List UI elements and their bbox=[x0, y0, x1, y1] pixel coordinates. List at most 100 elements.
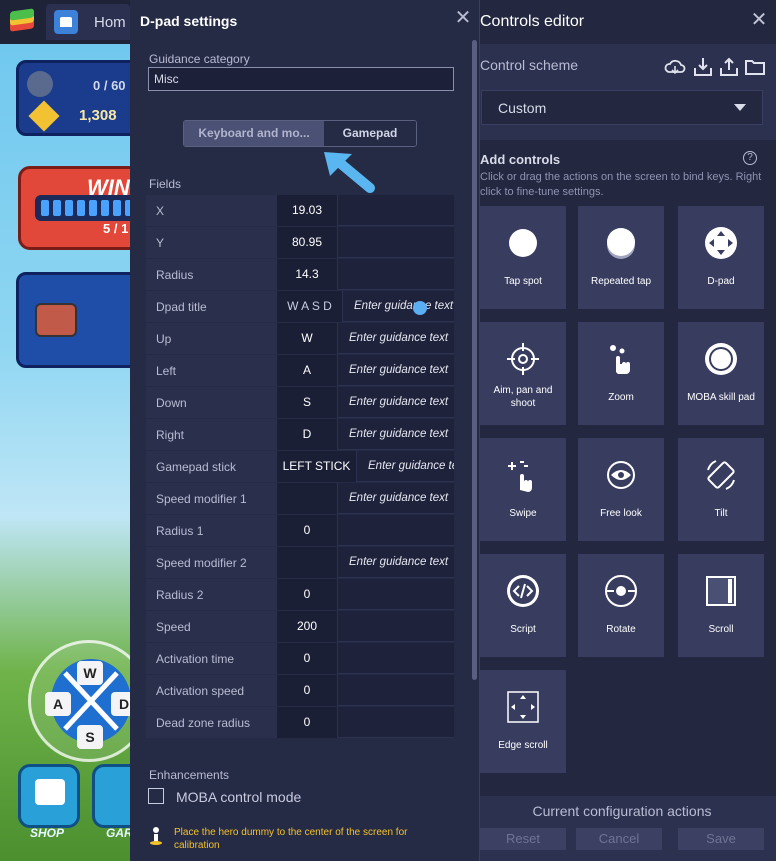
field-value-input[interactable] bbox=[277, 483, 338, 514]
field-name: Radius bbox=[146, 259, 277, 290]
folder-icon[interactable] bbox=[744, 56, 766, 78]
guidance-text-input[interactable]: Enter guidance text bbox=[344, 291, 454, 322]
field-value-input[interactable]: A bbox=[277, 355, 338, 386]
field-value-input[interactable]: 0 bbox=[277, 707, 338, 738]
save-button[interactable]: Save bbox=[678, 828, 764, 850]
rotate-icon bbox=[605, 575, 637, 607]
control-label: Zoom bbox=[608, 392, 634, 403]
field-name: Down bbox=[146, 387, 277, 418]
field-value-input[interactable]: 19.03 bbox=[277, 195, 338, 226]
field-value-input[interactable]: 80.95 bbox=[277, 227, 338, 258]
field-value-input[interactable]: 0 bbox=[277, 515, 338, 546]
field-value-input[interactable]: 14.3 bbox=[277, 259, 338, 290]
field-name: Radius 1 bbox=[146, 515, 277, 546]
tab-gamepad[interactable]: Gamepad bbox=[324, 121, 416, 146]
field-name: Speed modifier 1 bbox=[146, 483, 277, 514]
script-icon bbox=[507, 575, 539, 607]
controls-editor-header: Controls editor ✕ bbox=[480, 0, 776, 44]
guidance-text-input[interactable]: Enter guidance text bbox=[339, 355, 454, 386]
field-name: Dpad title bbox=[146, 291, 277, 322]
guidance-text-input[interactable]: Enter guidance text bbox=[339, 419, 454, 450]
control-label: Free look bbox=[600, 508, 642, 519]
field-value-input[interactable]: W bbox=[277, 323, 338, 354]
garage-button[interactable] bbox=[92, 764, 130, 828]
field-row-radius-2: Radius 2 0 bbox=[146, 579, 454, 610]
guidance-text-input[interactable]: Enter guidance text bbox=[339, 387, 454, 418]
panel-scrollbar[interactable] bbox=[472, 40, 477, 680]
gold-value: 1,308 bbox=[79, 107, 117, 124]
control-tap-spot[interactable]: Tap spot bbox=[480, 206, 566, 309]
shop-button[interactable] bbox=[18, 764, 80, 828]
win-streak-card: WIN 5 / 1 bbox=[18, 166, 130, 250]
control-script[interactable]: Script bbox=[480, 554, 566, 657]
guidance-text-input[interactable]: Enter guidance text bbox=[339, 323, 454, 354]
field-value-input[interactable]: W A S D bbox=[277, 291, 343, 322]
dpad-settings-panel: D-pad settings ✕ Guidance category Misc … bbox=[130, 0, 480, 861]
configuration-actions-title: Current configuration actions bbox=[532, 803, 712, 819]
control-label: Edge scroll bbox=[498, 740, 548, 751]
control-swipe[interactable]: Swipe bbox=[480, 438, 566, 541]
field-name: Radius 2 bbox=[146, 579, 277, 610]
control-scroll[interactable]: Scroll bbox=[678, 554, 764, 657]
field-name: Right bbox=[146, 419, 277, 450]
dpad-key-right[interactable]: D bbox=[111, 692, 130, 716]
field-value-input[interactable]: 0 bbox=[277, 675, 338, 706]
dpad-overlay[interactable]: W A S D bbox=[28, 640, 130, 762]
calibration-hint: Place the hero dummy to the center of th… bbox=[174, 827, 408, 851]
crosshair-icon bbox=[507, 343, 539, 375]
control-scheme-select[interactable]: Custom bbox=[481, 90, 763, 125]
configuration-actions: Current configuration actions Reset Canc… bbox=[480, 796, 776, 861]
field-value-input[interactable]: 0 bbox=[277, 643, 338, 674]
guidance-text-input[interactable]: Enter guidance text bbox=[358, 451, 454, 482]
field-value-input[interactable]: D bbox=[277, 419, 338, 450]
vehicle-icon bbox=[35, 303, 77, 337]
control-moba-skill-pad[interactable]: MOBA skill pad bbox=[678, 322, 764, 425]
fields-label: Fields bbox=[149, 177, 182, 191]
control-aim-pan-shoot[interactable]: Aim, pan and shoot bbox=[480, 322, 566, 425]
field-value-input[interactable]: 0 bbox=[277, 579, 338, 610]
control-zoom[interactable]: Zoom bbox=[578, 322, 664, 425]
cloud-icon[interactable] bbox=[664, 56, 686, 78]
field-row-up: Up W Enter guidance text bbox=[146, 323, 454, 354]
input-mode-tabs: Keyboard and mo... Gamepad bbox=[183, 120, 417, 147]
import-icon[interactable] bbox=[692, 56, 714, 78]
control-dpad[interactable]: D-pad bbox=[678, 206, 764, 309]
control-free-look[interactable]: Free look bbox=[578, 438, 664, 541]
dpad-key-up[interactable]: W bbox=[77, 661, 103, 685]
field-name: Dead zone radius bbox=[146, 707, 277, 738]
hero-dummy-icon bbox=[150, 827, 162, 845]
field-value-input[interactable]: 200 bbox=[277, 611, 338, 642]
control-rotate[interactable]: Rotate bbox=[578, 554, 664, 657]
export-icon[interactable] bbox=[718, 56, 740, 78]
win-count: 5 / 1 bbox=[103, 221, 129, 236]
moba-mode-checkbox[interactable] bbox=[148, 788, 164, 804]
field-row-right: Right D Enter guidance text bbox=[146, 419, 454, 450]
control-scheme-value: Custom bbox=[498, 100, 547, 116]
control-repeated-tap[interactable]: Repeated tap bbox=[578, 206, 664, 309]
dpad-key-left[interactable]: A bbox=[45, 692, 71, 716]
field-value-input[interactable] bbox=[277, 547, 338, 578]
controls-editor-panel: Controls editor ✕ Control scheme Custom … bbox=[480, 0, 776, 861]
guidance-text-input[interactable]: Enter guidance text bbox=[339, 547, 454, 578]
dpad-key-down[interactable]: S bbox=[77, 725, 103, 749]
tab-keyboard-mouse[interactable]: Keyboard and mo... bbox=[184, 121, 324, 146]
control-edge-scroll[interactable]: Edge scroll bbox=[480, 670, 566, 773]
zoom-gesture-icon bbox=[610, 345, 630, 374]
guidance-text-input[interactable]: Enter guidance text bbox=[339, 483, 454, 514]
field-name: Activation time bbox=[146, 643, 277, 674]
reset-button[interactable]: Reset bbox=[480, 828, 566, 850]
controls-editor-close-button[interactable]: ✕ bbox=[748, 10, 770, 32]
close-button[interactable]: ✕ bbox=[452, 8, 474, 30]
guidance-category-input[interactable]: Misc bbox=[148, 67, 454, 91]
field-row-left: Left A Enter guidance text bbox=[146, 355, 454, 386]
xp-value: 0 / 60 bbox=[93, 78, 126, 93]
cancel-button[interactable]: Cancel bbox=[576, 828, 662, 850]
help-icon[interactable]: ? bbox=[743, 151, 757, 165]
field-value-input[interactable]: S bbox=[277, 387, 338, 418]
moba-skill-icon bbox=[705, 343, 737, 375]
panel-title: D-pad settings bbox=[140, 13, 238, 29]
control-tilt[interactable]: Tilt bbox=[678, 438, 764, 541]
home-tab[interactable]: Hom bbox=[46, 4, 130, 40]
shop-label: SHOP bbox=[30, 826, 65, 840]
field-value-input[interactable]: LEFT STICK bbox=[277, 451, 357, 482]
